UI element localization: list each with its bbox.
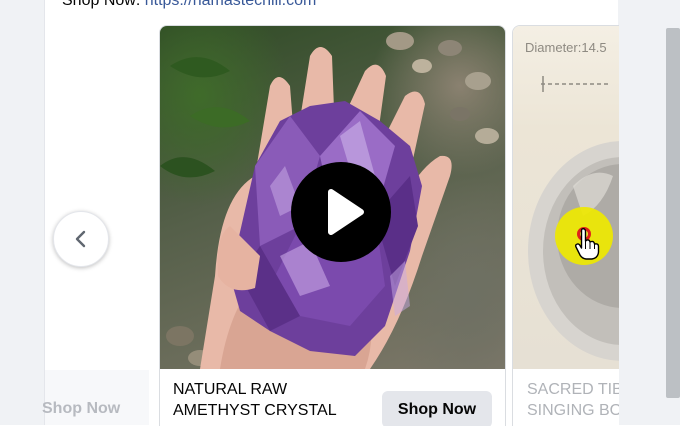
hand-pointer-icon	[575, 228, 600, 260]
previous-card-shop-now-button[interactable]: Shop Now	[42, 400, 120, 418]
scrollbar-thumb[interactable]	[666, 28, 680, 398]
shop-now-button[interactable]: Shop Now	[382, 391, 492, 426]
chevron-left-icon	[75, 230, 86, 248]
left-gutter	[0, 0, 44, 425]
next-card-title-line-2: SINGING BO	[527, 402, 619, 419]
next-card-title-line-1: SACRED TIB	[527, 381, 619, 398]
singing-bowl-illustration	[528, 76, 619, 361]
card-title[interactable]: NATURAL RAW AMETHYST CRYSTAL	[173, 379, 373, 421]
post-link[interactable]: https://namastechill.com	[145, 0, 317, 9]
singing-bowl-image[interactable]: Diameter:14.5	[513, 26, 619, 369]
card-footer: NATURAL RAW AMETHYST CRYSTAL Shop Now	[160, 369, 505, 426]
card-title-line-2: AMETHYST CRYSTAL	[173, 402, 337, 419]
post-text-prefix: Shop Now:	[62, 0, 145, 9]
carousel-previous-button[interactable]	[53, 211, 109, 267]
play-icon	[328, 189, 364, 235]
carousel-card[interactable]: NATURAL RAW AMETHYST CRYSTAL Shop Now	[159, 25, 506, 426]
next-card-title[interactable]: SACRED TIB SINGING BO	[527, 379, 619, 421]
card-video-thumbnail[interactable]	[160, 26, 505, 369]
play-button[interactable]	[291, 162, 391, 262]
image-caption-diameter: Diameter:14.5	[525, 40, 607, 55]
card-title-line-1: NATURAL RAW	[173, 381, 288, 398]
next-card-footer: SACRED TIB SINGING BO	[513, 369, 619, 426]
post-text: Shop Now: https://namastechill.com	[62, 0, 316, 10]
